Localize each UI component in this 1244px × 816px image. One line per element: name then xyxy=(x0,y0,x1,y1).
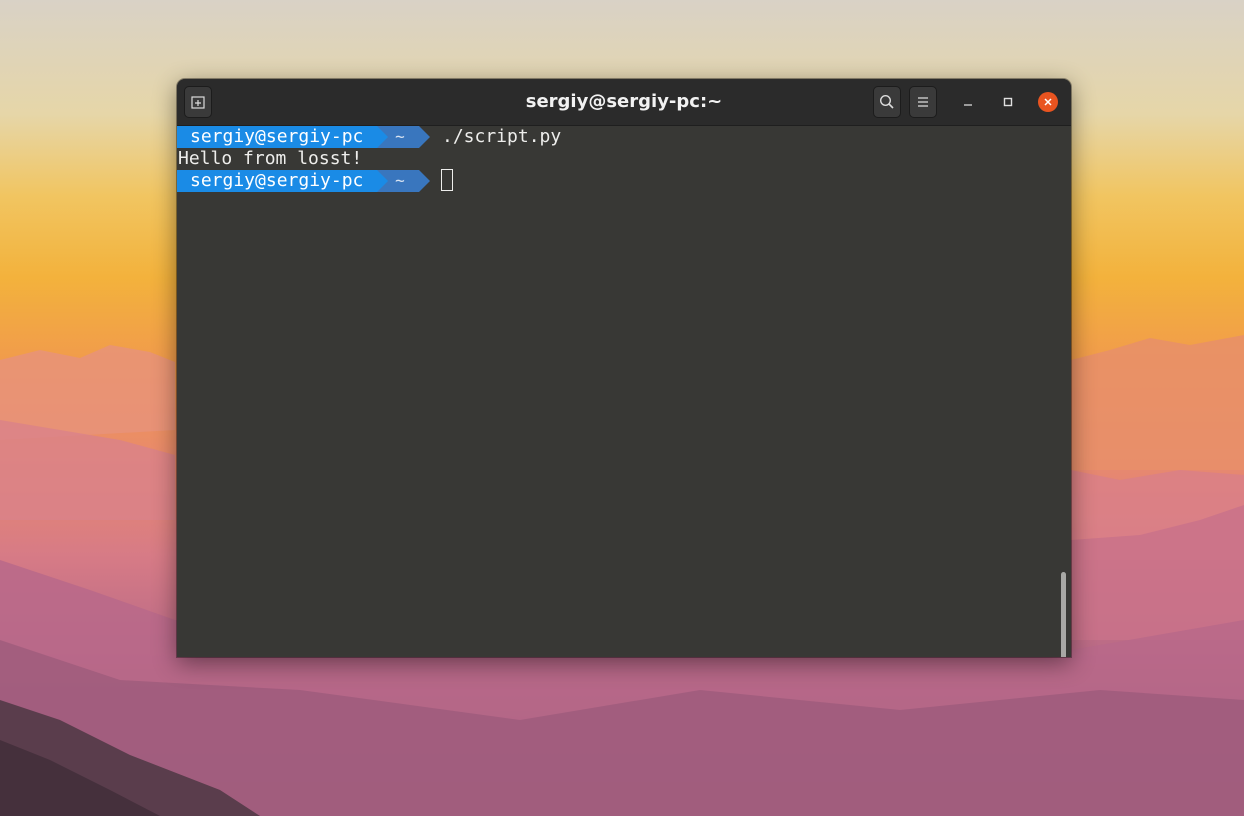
maximize-button[interactable] xyxy=(998,92,1018,112)
prompt-end-arrow xyxy=(419,126,430,148)
new-tab-button[interactable] xyxy=(184,86,212,118)
prompt-user-segment: sergiy@sergiy-pc xyxy=(177,170,377,192)
prompt-separator-arrow xyxy=(377,126,388,148)
command-output: Hello from losst! xyxy=(178,148,363,169)
prompt-end-arrow xyxy=(419,170,430,192)
output-line: Hello from losst! xyxy=(177,148,1057,170)
maximize-icon xyxy=(1003,97,1013,107)
close-button[interactable] xyxy=(1038,92,1058,112)
hamburger-menu-icon xyxy=(918,97,928,107)
terminal-cursor xyxy=(441,169,453,191)
prompt-separator-arrow xyxy=(377,170,388,192)
command-text: ./script.py xyxy=(442,126,562,147)
close-icon xyxy=(1044,98,1052,106)
search-icon xyxy=(879,94,894,109)
prompt-user-segment: sergiy@sergiy-pc xyxy=(177,126,377,148)
minimize-button[interactable] xyxy=(958,92,978,112)
title-bar[interactable]: sergiy@sergiy-pc:~ xyxy=(177,79,1071,126)
prompt-line: sergiy@sergiy-pc ~ ./script.py xyxy=(177,126,1057,148)
terminal-area[interactable]: sergiy@sergiy-pc ~ ./script.py Hello fro… xyxy=(177,126,1071,657)
terminal-window[interactable]: sergiy@sergiy-pc:~ sergiy@sergiy-pc ~ ./… xyxy=(177,79,1071,657)
menu-button[interactable] xyxy=(909,86,937,118)
prompt-line-current: sergiy@sergiy-pc ~ xyxy=(177,169,1057,192)
search-button[interactable] xyxy=(873,86,901,118)
new-tab-icon xyxy=(191,96,205,109)
minimize-icon xyxy=(964,104,972,106)
scrollbar-thumb[interactable] xyxy=(1061,572,1066,657)
